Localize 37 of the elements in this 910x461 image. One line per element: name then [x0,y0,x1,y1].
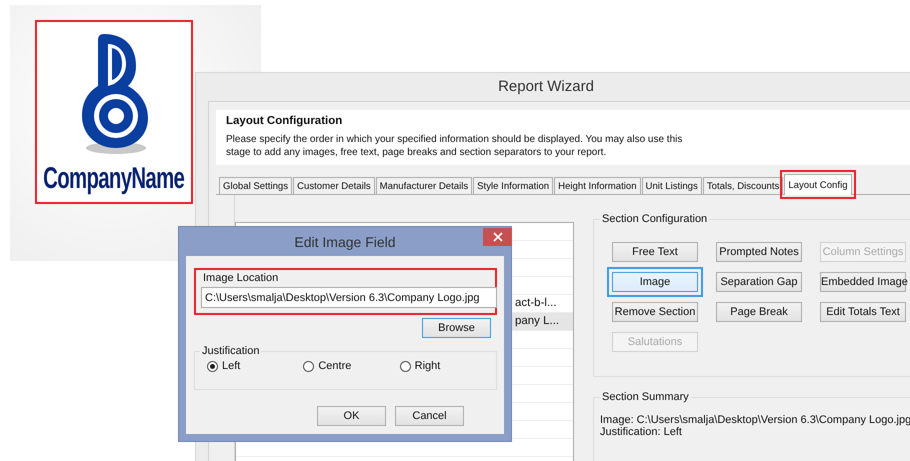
section-button[interactable]: Image [607,267,703,297]
radio-button[interactable] [207,360,218,372]
dialog-button[interactable]: OK [317,406,386,426]
tab[interactable]: Height Information [554,177,641,194]
tab[interactable]: Totals, Discounts [702,177,784,194]
image-location-field[interactable]: C:\Users\smalja\Desktop\Version 6.3\Company Logo.jpg [201,287,497,308]
tab[interactable]: Style Information [473,177,554,194]
summary-line: Justification: Left [600,426,683,438]
section-button[interactable]: Remove Section [612,302,698,322]
header-title: Layout Configuration [226,115,344,127]
close-button[interactable] [483,228,512,246]
section-button[interactable]: Free Text [612,242,698,262]
dialog-title: Edit Image Field [294,234,396,250]
radio-button[interactable] [303,360,314,372]
tab[interactable]: Unit Listings [642,177,702,194]
radio-label: Centre [318,360,352,372]
tab[interactable]: Manufacturer Details [376,177,472,194]
dialog-button[interactable]: Cancel [395,406,464,426]
field-label: Image Location [203,272,280,284]
radio-button[interactable] [400,360,411,372]
section-button[interactable]: Edit Totals Text [820,302,906,322]
section-button[interactable]: Embedded Image [820,272,906,292]
tab[interactable]: Customer Details [293,177,375,194]
close-icon [492,232,502,242]
radio-label: Right [414,360,440,372]
section-button[interactable]: Prompted Notes [716,242,802,262]
header-description: Please specify the order in which your specified information should be displayed. You may also use this stage to add any images, free text, page breaks and section separators to your report. [226,133,684,159]
group-title: Justification [200,345,262,357]
window-title: Report Wizard [497,77,595,97]
section-button[interactable]: Separation Gap [716,272,802,292]
group-title: Section Configuration [600,213,710,225]
browse-button[interactable]: Browse [422,318,491,338]
group-title: Section Summary [600,391,691,403]
radio-label: Left [222,360,240,372]
section-button[interactable]: Page Break [716,302,802,322]
company-name: CompanyName [43,162,185,196]
tab[interactable]: Global Settings [219,177,292,194]
